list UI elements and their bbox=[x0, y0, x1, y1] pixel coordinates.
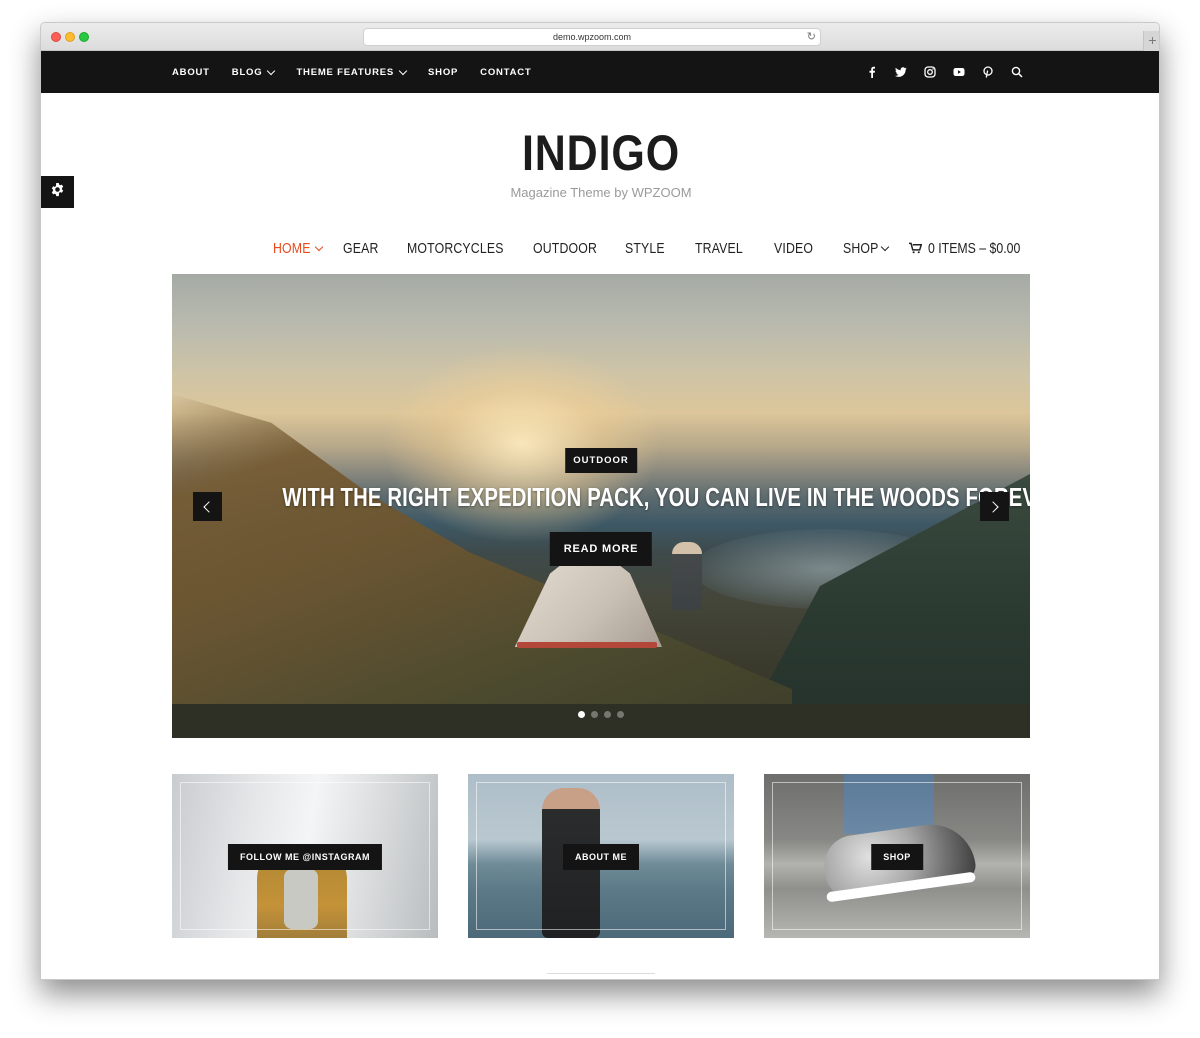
topnav-item-label: CONTACT bbox=[480, 66, 532, 78]
reload-icon[interactable]: ↻ bbox=[807, 30, 816, 44]
card-label: FOLLOW ME @INSTAGRAM bbox=[227, 844, 383, 870]
site-title[interactable]: INDIGO bbox=[119, 123, 1082, 183]
topnav-item-contact[interactable]: CONTACT bbox=[480, 67, 531, 78]
top-navigation: ABOUT BLOG THEME FEATURES SHOP CONTACT bbox=[172, 51, 554, 93]
site-tagline: Magazine Theme by WPZOOM bbox=[510, 185, 692, 200]
browser-window: demo.wpzoom.com ↻ + ABOUT BLOG THEME FEA… bbox=[40, 22, 1160, 980]
slide-title-text: WITH THE RIGHT EXPEDITION PACK, YOU CAN … bbox=[282, 482, 1030, 512]
mainnav-item-label: HOME bbox=[273, 239, 311, 257]
topnav-item-shop[interactable]: SHOP bbox=[428, 67, 458, 78]
mainnav-item-label: OUTDOOR bbox=[532, 239, 597, 257]
mainnav-item-travel[interactable]: TRAVEL bbox=[695, 240, 753, 257]
mainnav-item-video[interactable]: VIDEO bbox=[774, 240, 822, 257]
cart-icon bbox=[908, 242, 922, 254]
social-links bbox=[850, 51, 1024, 93]
main-navigation: HOME GEAR MOTORCYCLES OUTDOOR STYLE TRAV… bbox=[273, 235, 1041, 261]
instagram-icon[interactable] bbox=[923, 65, 937, 79]
slide-image-foreground bbox=[172, 704, 1030, 738]
cart-link[interactable]: 0 ITEMS – $0.00 bbox=[908, 239, 1041, 257]
chevron-down-icon bbox=[880, 242, 890, 251]
topnav-item-theme-features[interactable]: THEME FEATURES bbox=[296, 66, 408, 78]
featured-slider: OUTDOOR WITH THE RIGHT EXPEDITION PACK, … bbox=[172, 274, 1030, 738]
topnav-item-label: ABOUT bbox=[172, 66, 210, 78]
slider-prev-button[interactable] bbox=[193, 492, 222, 521]
section-divider bbox=[547, 973, 655, 974]
mainnav-item-gear[interactable]: GEAR bbox=[343, 240, 386, 257]
card-label: SHOP bbox=[871, 844, 923, 870]
browser-toolbar: demo.wpzoom.com ↻ + bbox=[41, 23, 1159, 51]
promo-card-shop[interactable]: SHOP bbox=[764, 774, 1030, 938]
mainnav-item-style[interactable]: STYLE bbox=[625, 240, 674, 257]
mainnav-item-label: TRAVEL bbox=[694, 239, 743, 257]
card-label: ABOUT ME bbox=[563, 844, 639, 870]
mainnav-item-label: VIDEO bbox=[773, 239, 814, 257]
chevron-right-icon bbox=[987, 500, 999, 513]
slide-image-sunlight bbox=[382, 344, 662, 544]
mainnav-item-label: SHOP bbox=[842, 239, 879, 257]
chevron-down-icon bbox=[314, 242, 324, 251]
topnav-item-blog[interactable]: BLOG bbox=[231, 66, 276, 78]
chevron-left-icon bbox=[203, 500, 215, 513]
top-bar: ABOUT BLOG THEME FEATURES SHOP CONTACT bbox=[41, 51, 1159, 93]
mainnav-item-shop[interactable]: SHOP bbox=[842, 239, 890, 257]
topnav-item-label: SHOP bbox=[428, 66, 459, 78]
chevron-down-icon bbox=[267, 66, 276, 75]
address-bar-url: demo.wpzoom.com bbox=[552, 32, 632, 42]
mainnav-item-label: MOTORCYCLES bbox=[407, 239, 504, 257]
topnav-item-about[interactable]: ABOUT bbox=[172, 67, 210, 78]
slider-pagination bbox=[575, 711, 627, 718]
facebook-icon[interactable] bbox=[865, 65, 879, 79]
slide-category-badge[interactable]: OUTDOOR bbox=[565, 448, 637, 473]
twitter-icon[interactable] bbox=[894, 65, 908, 79]
mainnav-item-home[interactable]: HOME bbox=[273, 239, 324, 257]
maximize-window-button[interactable] bbox=[79, 32, 89, 42]
read-more-button[interactable]: READ MORE bbox=[549, 532, 653, 566]
mainnav-item-label: STYLE bbox=[624, 239, 665, 257]
topnav-item-label: BLOG bbox=[231, 66, 263, 78]
address-bar[interactable]: demo.wpzoom.com ↻ bbox=[363, 28, 821, 46]
mainnav-item-motorcycles[interactable]: MOTORCYCLES bbox=[407, 240, 525, 257]
minimize-window-button[interactable] bbox=[65, 32, 75, 42]
slider-dot[interactable] bbox=[578, 711, 585, 718]
new-tab-button[interactable]: + bbox=[1143, 31, 1159, 51]
slide-title[interactable]: WITH THE RIGHT EXPEDITION PACK, YOU CAN … bbox=[172, 482, 1030, 513]
slide-image-tent-base bbox=[517, 642, 657, 648]
pinterest-icon[interactable] bbox=[981, 65, 995, 79]
chevron-down-icon bbox=[398, 66, 408, 75]
cart-summary: 0 ITEMS – $0.00 bbox=[927, 239, 1021, 257]
slider-dot[interactable] bbox=[591, 711, 598, 718]
slider-dot[interactable] bbox=[617, 711, 624, 718]
slider-dot[interactable] bbox=[604, 711, 611, 718]
topnav-item-label: THEME FEATURES bbox=[296, 66, 395, 78]
mainnav-item-outdoor[interactable]: OUTDOOR bbox=[533, 240, 611, 257]
youtube-icon[interactable] bbox=[952, 65, 966, 79]
slide-image-hiker bbox=[672, 542, 702, 610]
slider-next-button[interactable] bbox=[980, 492, 1009, 521]
promo-cards: FOLLOW ME @INSTAGRAM ABOUT ME SHOP bbox=[172, 774, 1030, 938]
close-window-button[interactable] bbox=[51, 32, 61, 42]
mainnav-item-label: GEAR bbox=[342, 239, 379, 257]
promo-card-about[interactable]: ABOUT ME bbox=[468, 774, 734, 938]
search-icon[interactable] bbox=[1010, 65, 1024, 79]
promo-card-instagram[interactable]: FOLLOW ME @INSTAGRAM bbox=[172, 774, 438, 938]
